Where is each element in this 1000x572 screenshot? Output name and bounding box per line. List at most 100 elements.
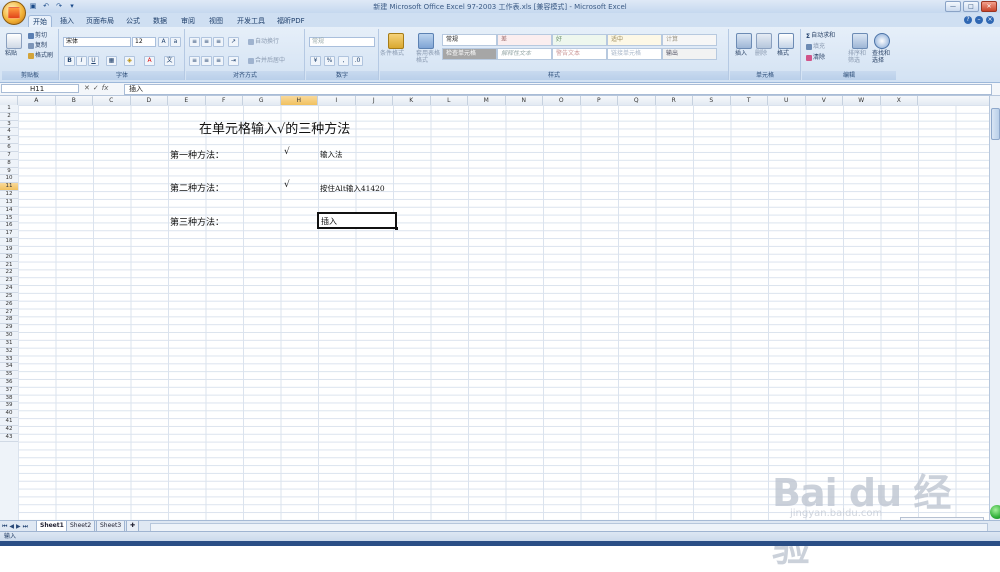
method2-desc-cell[interactable]: 按住Alt输入41420 [320, 183, 385, 194]
row-header[interactable]: 23 [0, 277, 18, 286]
cancel-entry-icon[interactable]: ✕ [84, 84, 90, 92]
row-header[interactable]: 43 [0, 434, 18, 442]
row-header[interactable]: 27 [0, 309, 18, 317]
paste-button[interactable]: 粘贴 [5, 50, 17, 58]
align-top-button[interactable]: ≡ [189, 37, 200, 47]
row-header[interactable]: 5 [0, 136, 18, 145]
row-header[interactable]: 35 [0, 371, 18, 379]
tab-insert[interactable]: 插入 [56, 15, 78, 27]
tab-data[interactable]: 数据 [149, 15, 171, 27]
method1-label-cell[interactable]: 第一种方法： [170, 148, 224, 161]
copy-button[interactable]: 复制 [28, 42, 47, 50]
style-calculation[interactable]: 计算 [662, 34, 717, 46]
column-header[interactable]: N [506, 96, 543, 105]
tab-formulas[interactable]: 公式 [122, 15, 144, 27]
delete-cells-button[interactable]: 删除 [755, 50, 767, 58]
increase-decimal-button[interactable]: .0 [352, 56, 363, 66]
align-middle-button[interactable]: ≡ [201, 37, 212, 47]
row-header[interactable]: 28 [0, 316, 18, 325]
method1-mark-cell[interactable]: √ [284, 147, 290, 157]
column-header[interactable]: W [843, 96, 881, 105]
row-header[interactable]: 2 [0, 113, 18, 121]
row-header[interactable]: 38 [0, 395, 18, 403]
row-header[interactable]: 20 [0, 254, 18, 262]
close-button[interactable]: ✕ [981, 1, 997, 12]
row-header[interactable]: 4 [0, 128, 18, 137]
insert-function-icon[interactable]: fx [102, 84, 109, 92]
row-header[interactable]: 9 [0, 168, 18, 176]
row-header[interactable]: 6 [0, 144, 18, 152]
method2-mark-cell[interactable]: √ [284, 180, 290, 190]
column-header[interactable]: X [881, 96, 918, 105]
row-header[interactable]: 25 [0, 293, 18, 301]
italic-button[interactable]: I [76, 56, 87, 66]
fill-button[interactable]: 填充 [806, 43, 825, 51]
row-header[interactable]: 30 [0, 332, 18, 340]
vertical-scrollbar[interactable] [989, 96, 1000, 520]
column-header[interactable]: P [581, 96, 618, 105]
row-header[interactable]: 19 [0, 246, 18, 254]
font-color-button[interactable]: A [144, 56, 155, 66]
align-left-button[interactable]: ≡ [189, 56, 200, 66]
font-size-select[interactable]: 12 [132, 37, 156, 47]
row-header[interactable]: 11 [0, 183, 18, 192]
font-name-select[interactable]: 宋体 [63, 37, 131, 47]
help-icon[interactable]: ? [964, 16, 972, 24]
column-header[interactable]: H [280, 96, 318, 105]
number-format-select[interactable]: 常规 [309, 37, 375, 47]
row-header[interactable]: 17 [0, 230, 18, 239]
style-explanatory[interactable]: 解释性文本 [497, 48, 552, 60]
row-header[interactable]: 39 [0, 402, 18, 411]
column-header[interactable]: M [468, 96, 506, 105]
formula-input[interactable]: 插入 [124, 84, 992, 95]
insert-cells-button[interactable]: 插入 [735, 50, 747, 58]
sort-filter-button[interactable]: 排序和筛选 [848, 50, 868, 64]
wrap-text-button[interactable]: 自动换行 [248, 38, 279, 46]
indent-button[interactable]: ⇥ [228, 56, 239, 66]
first-sheet-icon[interactable]: ⏮ [2, 523, 7, 531]
comma-button[interactable]: , [338, 56, 349, 66]
row-header[interactable]: 26 [0, 301, 18, 309]
align-right-button[interactable]: ≡ [213, 56, 224, 66]
style-output[interactable]: 输出 [662, 48, 717, 60]
style-linked-cell[interactable]: 链接单元格 [607, 48, 662, 60]
border-button[interactable]: ▦ [106, 56, 117, 66]
maximize-button[interactable]: □ [963, 1, 979, 12]
ribbon-minimize-icon[interactable]: – [975, 16, 983, 24]
column-header[interactable]: R [656, 96, 693, 105]
row-header[interactable]: 31 [0, 340, 18, 348]
green-orb-icon[interactable] [990, 505, 1000, 519]
shrink-font-button[interactable]: a [170, 37, 181, 47]
percent-button[interactable]: % [324, 56, 335, 66]
phonetic-button[interactable]: 文 [164, 56, 175, 66]
column-header[interactable]: A [18, 96, 56, 105]
method1-desc-cell[interactable]: 输入法 [320, 149, 343, 160]
tab-view[interactable]: 视图 [205, 15, 227, 27]
column-header[interactable]: G [243, 96, 281, 105]
row-header[interactable]: 14 [0, 207, 18, 215]
worksheet-grid[interactable]: 在单元格输入√的三种方法 第一种方法： √ 输入法 第二种方法： √ 按住Alt… [18, 105, 989, 520]
find-select-button[interactable]: 查找和选择 [872, 50, 892, 64]
row-header[interactable]: 36 [0, 379, 18, 387]
tab-developer[interactable]: 开发工具 [233, 15, 269, 27]
column-header[interactable]: U [768, 96, 806, 105]
office-button[interactable] [2, 1, 26, 25]
last-sheet-icon[interactable]: ⏭ [23, 523, 28, 531]
column-header[interactable]: F [206, 96, 243, 105]
column-header[interactable]: V [806, 96, 843, 105]
row-header[interactable]: 37 [0, 387, 18, 395]
bold-button[interactable]: B [64, 56, 75, 66]
column-header[interactable]: C [93, 96, 131, 105]
method2-label-cell[interactable]: 第二种方法： [170, 181, 224, 194]
column-header[interactable]: I [318, 96, 356, 105]
clear-button[interactable]: 清除 [806, 54, 825, 62]
cut-button[interactable]: 剪切 [28, 32, 47, 40]
row-header[interactable]: 34 [0, 363, 18, 372]
title-cell[interactable]: 在单元格输入√的三种方法 [199, 118, 350, 137]
column-header[interactable]: O [543, 96, 581, 105]
column-header[interactable]: E [168, 96, 206, 105]
column-header[interactable]: J [356, 96, 393, 105]
vertical-scroll-thumb[interactable] [991, 108, 1000, 140]
select-all-corner[interactable] [0, 96, 18, 105]
format-painter-button[interactable]: 格式刷 [28, 52, 53, 60]
